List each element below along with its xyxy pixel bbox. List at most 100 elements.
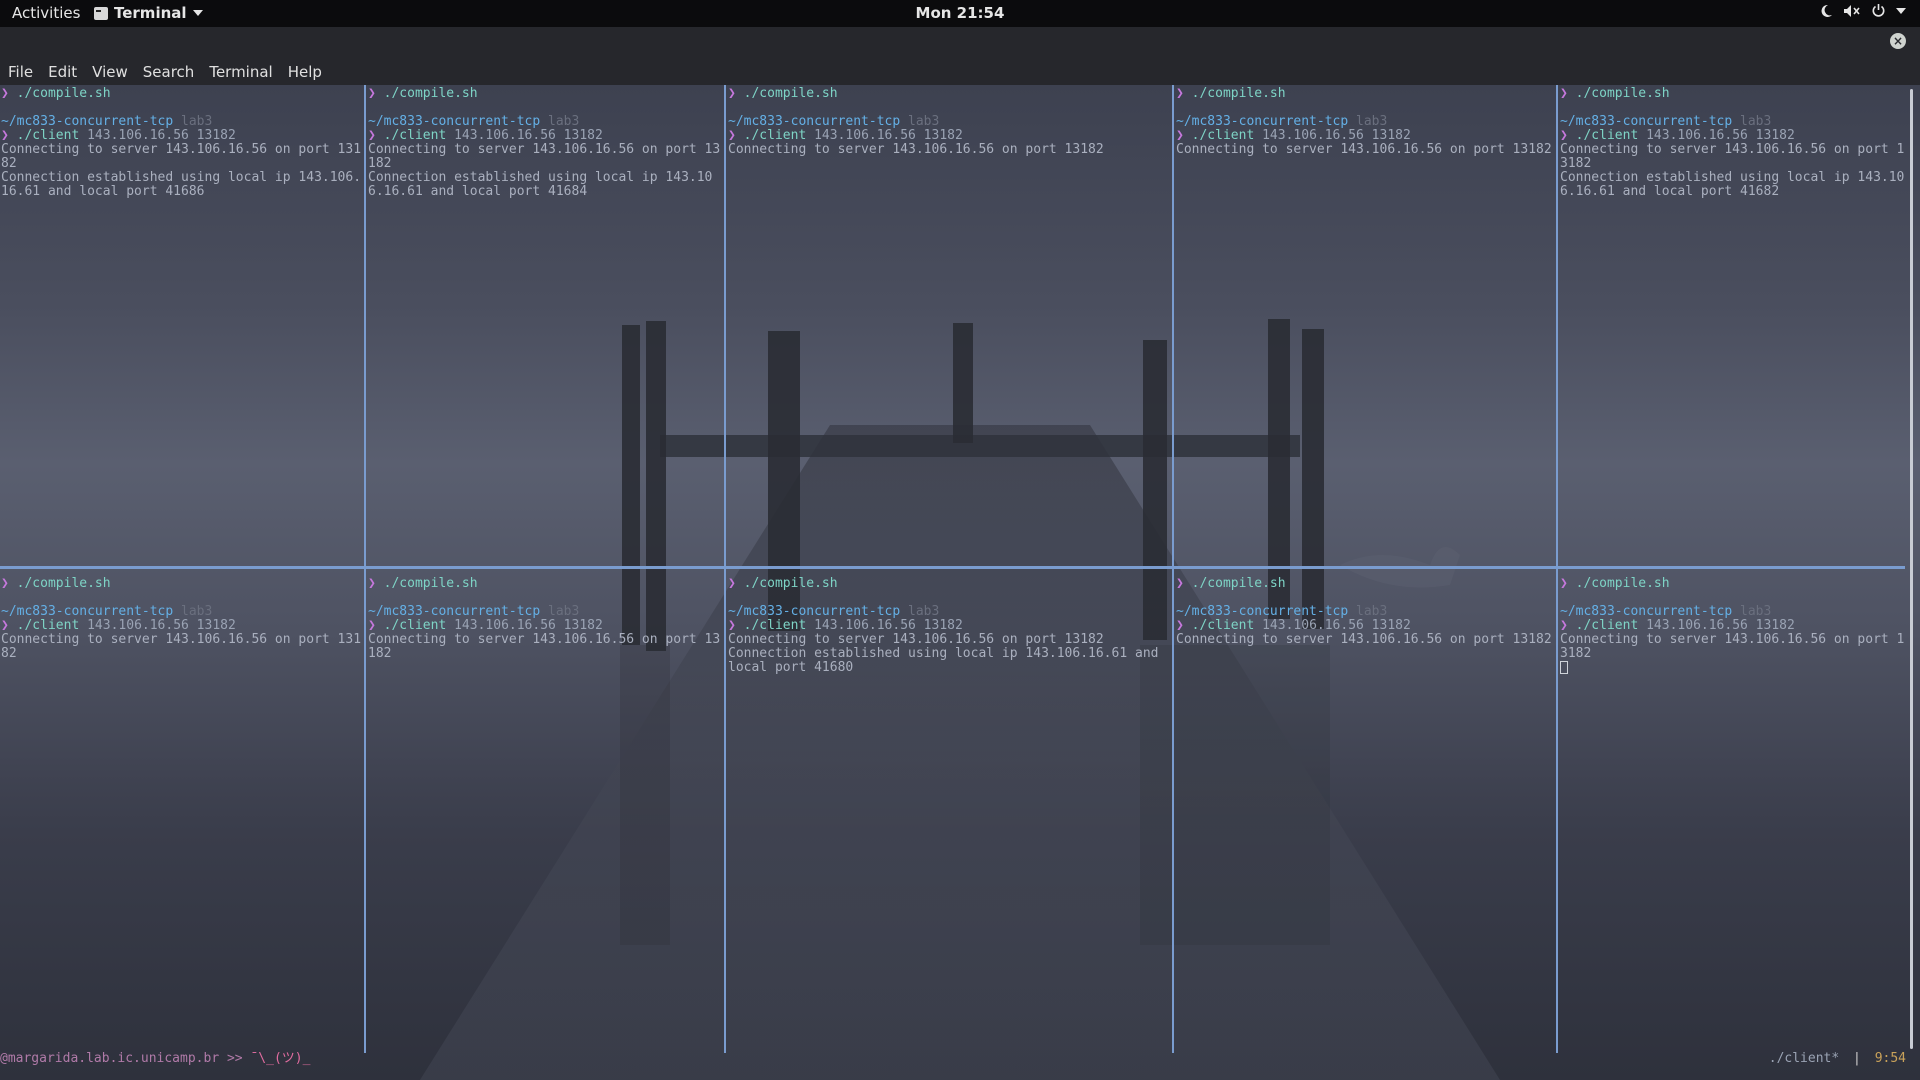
prompt-path-line: ~/mc833-concurrent-tcp lab3 bbox=[1176, 605, 1555, 619]
prompt-symbol: ❯ bbox=[1176, 86, 1184, 101]
git-branch: lab3 bbox=[908, 604, 940, 619]
prompt-path-line: ~/mc833-concurrent-tcp lab3 bbox=[1560, 605, 1905, 619]
command-args: 143.106.16.56 13182 bbox=[1262, 128, 1411, 143]
command: ./client bbox=[383, 618, 447, 633]
terminal-pane-4[interactable]: ❯ ./compile.sh ~/mc833-concurrent-tcp la… bbox=[1175, 85, 1555, 563]
command-line: ❯ ./client 143.106.16.56 13182 bbox=[368, 619, 723, 633]
command: ./client bbox=[383, 128, 447, 143]
pane-divider[interactable] bbox=[0, 566, 1905, 569]
system-tray[interactable] bbox=[1819, 3, 1906, 18]
command-args: 143.106.16.56 13182 bbox=[87, 618, 236, 633]
prompt-symbol: ❯ bbox=[1, 576, 9, 591]
terminal-pane-10[interactable]: ❯ ./compile.sh ~/mc833-concurrent-tcp la… bbox=[1559, 575, 1905, 1033]
command: ./compile.sh bbox=[1191, 576, 1286, 591]
prompt-path: ~/mc833-concurrent-tcp bbox=[368, 114, 541, 129]
prompt-path: ~/mc833-concurrent-tcp bbox=[1560, 114, 1733, 129]
output-line: Connecting to server 143.106.16.56 on po… bbox=[1176, 632, 1552, 647]
command: ./compile.sh bbox=[16, 576, 111, 591]
pane-divider[interactable] bbox=[364, 85, 366, 1053]
command: ./client bbox=[743, 128, 807, 143]
menu-help[interactable]: Help bbox=[288, 63, 322, 81]
pane-divider[interactable] bbox=[1172, 85, 1174, 1053]
command-line: ❯ ./compile.sh bbox=[1, 87, 362, 101]
command-line: ❯ ./client 143.106.16.56 13182 bbox=[1, 619, 362, 633]
git-branch: lab3 bbox=[1740, 604, 1772, 619]
git-branch: lab3 bbox=[181, 604, 213, 619]
output-line: Connecting to server 143.106.16.56 on po… bbox=[1176, 142, 1552, 157]
command-line: ❯ ./compile.sh bbox=[1176, 577, 1555, 591]
git-branch: lab3 bbox=[548, 604, 580, 619]
pane-divider[interactable] bbox=[1556, 85, 1558, 1053]
terminal-pane-2[interactable]: ❯ ./compile.sh ~/mc833-concurrent-tcp la… bbox=[367, 85, 723, 563]
prompt-symbol: ❯ bbox=[1560, 128, 1568, 143]
command-line: ❯ ./client 143.106.16.56 13182 bbox=[1, 129, 362, 143]
prompt-path-line: ~/mc833-concurrent-tcp lab3 bbox=[728, 115, 1171, 129]
command-line: ❯ ./compile.sh bbox=[728, 577, 1171, 591]
command-line: ❯ ./compile.sh bbox=[1560, 577, 1905, 591]
command-line: ❯ ./client 143.106.16.56 13182 bbox=[368, 129, 723, 143]
menu-bar: File Edit View Search Terminal Help bbox=[0, 58, 1920, 85]
prompt-symbol: ❯ bbox=[1176, 576, 1184, 591]
prompt-symbol: ❯ bbox=[728, 576, 736, 591]
prompt-symbol: ❯ bbox=[368, 86, 376, 101]
menu-edit[interactable]: Edit bbox=[48, 63, 77, 81]
night-light-icon bbox=[1821, 4, 1832, 17]
output-line: Connecting to server 143.106.16.56 on po… bbox=[1, 142, 362, 171]
terminal-pane-9[interactable]: ❯ ./compile.sh ~/mc833-concurrent-tcp la… bbox=[1175, 575, 1555, 1033]
terminal-pane-6[interactable]: ❯ ./compile.sh ~/mc833-concurrent-tcp la… bbox=[0, 575, 362, 1033]
pane-divider[interactable] bbox=[724, 85, 726, 1053]
scrollbar[interactable] bbox=[1910, 89, 1913, 1049]
terminal-pane-8[interactable]: ❯ ./compile.sh ~/mc833-concurrent-tcp la… bbox=[727, 575, 1171, 1033]
terminal-pane-1[interactable]: ❯ ./compile.sh ~/mc833-concurrent-tcp la… bbox=[0, 85, 362, 563]
prompt-symbol: ❯ bbox=[1176, 128, 1184, 143]
clock-button[interactable]: Mon 21:54 bbox=[0, 4, 1920, 22]
terminal-pane-7[interactable]: ❯ ./compile.sh ~/mc833-concurrent-tcp la… bbox=[367, 575, 723, 1033]
command: ./client bbox=[743, 618, 807, 633]
prompt-path: ~/mc833-concurrent-tcp bbox=[1176, 114, 1349, 129]
window-titlebar[interactable]: × bbox=[0, 27, 1920, 58]
menu-terminal[interactable]: Terminal bbox=[209, 63, 272, 81]
prompt-path-line: ~/mc833-concurrent-tcp lab3 bbox=[1560, 115, 1905, 129]
command-line: ❯ ./compile.sh bbox=[1176, 87, 1555, 101]
prompt-path: ~/mc833-concurrent-tcp bbox=[1560, 604, 1733, 619]
menu-view[interactable]: View bbox=[92, 63, 128, 81]
command: ./compile.sh bbox=[743, 576, 838, 591]
prompt-path: ~/mc833-concurrent-tcp bbox=[728, 604, 901, 619]
command: ./client bbox=[1575, 128, 1639, 143]
command: ./compile.sh bbox=[1575, 576, 1670, 591]
prompt-path-line: ~/mc833-concurrent-tcp lab3 bbox=[1176, 115, 1555, 129]
output-line: Connecting to server 143.106.16.56 on po… bbox=[728, 142, 1104, 157]
command-line: ❯ ./client 143.106.16.56 13182 bbox=[728, 619, 1171, 633]
terminal-pane-5[interactable]: ❯ ./compile.sh ~/mc833-concurrent-tcp la… bbox=[1559, 85, 1905, 563]
menu-search[interactable]: Search bbox=[143, 63, 195, 81]
prompt-path-line: ~/mc833-concurrent-tcp lab3 bbox=[728, 605, 1171, 619]
output-line: Connecting to server 143.106.16.56 on po… bbox=[368, 142, 721, 171]
command-args: 143.106.16.56 13182 bbox=[1646, 128, 1795, 143]
close-window-button[interactable]: × bbox=[1890, 33, 1906, 49]
git-branch: lab3 bbox=[908, 114, 940, 129]
output-line: Connecting to server 143.106.16.56 on po… bbox=[728, 632, 1104, 647]
prompt-symbol: ❯ bbox=[368, 618, 376, 633]
command: ./compile.sh bbox=[16, 86, 111, 101]
status-shrug: ¯\_(ツ)_ bbox=[250, 1051, 311, 1066]
output-line: Connecting to server 143.106.16.56 on po… bbox=[1560, 142, 1905, 171]
command: ./compile.sh bbox=[1191, 86, 1286, 101]
command: ./client bbox=[16, 618, 80, 633]
terminal-area[interactable]: ❯ ./compile.sh ~/mc833-concurrent-tcp la… bbox=[0, 85, 1920, 1080]
prompt-symbol: ❯ bbox=[1, 128, 9, 143]
prompt-path: ~/mc833-concurrent-tcp bbox=[728, 114, 901, 129]
git-branch: lab3 bbox=[181, 114, 213, 129]
terminal-pane-3[interactable]: ❯ ./compile.sh ~/mc833-concurrent-tcp la… bbox=[727, 85, 1171, 563]
output-line: Connection established using local ip 14… bbox=[1560, 170, 1905, 199]
menu-file[interactable]: File bbox=[8, 63, 33, 81]
git-branch: lab3 bbox=[1356, 604, 1388, 619]
command: ./compile.sh bbox=[1575, 86, 1670, 101]
prompt-path: ~/mc833-concurrent-tcp bbox=[368, 604, 541, 619]
output-line: Connecting to server 143.106.16.56 on po… bbox=[1560, 632, 1905, 661]
